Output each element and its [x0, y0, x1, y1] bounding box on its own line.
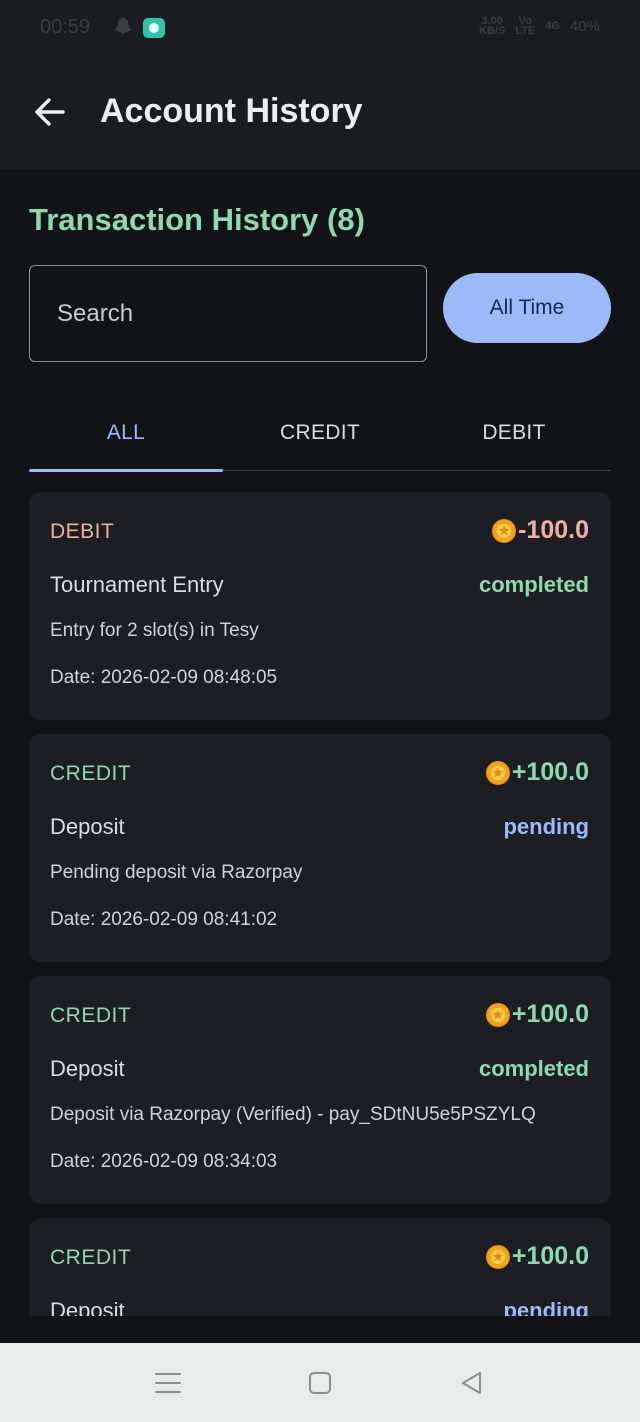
transaction-status: pending	[503, 814, 589, 839]
transaction-history-title: Transaction History (8)	[29, 202, 365, 237]
transaction-status: completed	[478, 1056, 589, 1081]
transaction-description: Deposit via Razorpay (Verified) - pay_SD…	[50, 1104, 536, 1125]
transaction-type: CREDIT	[50, 1004, 132, 1027]
transaction-category: Deposit	[50, 814, 125, 839]
transaction-type: CREDIT	[50, 762, 132, 785]
transaction-date: Date: 2026-02-09 08:41:02	[50, 909, 278, 930]
transaction-card[interactable]: DEBIT -100.0 Tournament Entry completed …	[29, 492, 611, 720]
transaction-type: DEBIT	[50, 520, 115, 543]
coin-icon	[492, 518, 517, 543]
search-field[interactable]	[29, 265, 427, 362]
transaction-card[interactable]: CREDIT +100.0 Deposit pending	[29, 1218, 611, 1316]
coin-icon	[485, 1244, 510, 1269]
transaction-date: Date: 2026-02-09 08:48:05	[50, 667, 278, 688]
tab-debit[interactable]: DEBIT	[417, 396, 611, 470]
transaction-description: Pending deposit via Razorpay	[50, 862, 303, 883]
transaction-status: completed	[478, 572, 589, 597]
volte-indicator: Vo LTE	[515, 15, 536, 37]
net-speed: 3.00 KB/S	[479, 15, 506, 37]
transaction-amount: +100.0	[485, 1242, 589, 1271]
active-tab-indicator	[29, 469, 223, 472]
coin-icon	[485, 760, 510, 785]
page-title: Account History	[100, 92, 363, 130]
back-triangle-icon[interactable]	[456, 1367, 488, 1399]
status-indicators: 3.00 KB/S Vo LTE 4G 40%	[479, 15, 600, 37]
app-bar: Account History	[0, 56, 640, 170]
menu-icon[interactable]	[152, 1367, 184, 1399]
transaction-type: CREDIT	[50, 1246, 132, 1269]
transaction-amount: +100.0	[485, 758, 589, 787]
tab-all[interactable]: ALL	[29, 396, 223, 470]
home-square-icon[interactable]	[304, 1367, 336, 1399]
transaction-card[interactable]: CREDIT +100.0 Deposit completed Deposit …	[29, 976, 611, 1204]
transaction-amount: -100.0	[492, 516, 589, 545]
tab-credit[interactable]: CREDIT	[223, 396, 417, 470]
transaction-category: Deposit	[50, 1056, 125, 1081]
time-filter-button[interactable]: All Time	[443, 273, 611, 343]
signal-icon: 4G	[545, 20, 560, 32]
arrow-left-icon[interactable]	[32, 94, 68, 130]
transaction-tabs: ALL CREDIT DEBIT	[29, 396, 611, 472]
transaction-description: Entry for 2 slot(s) in Tesy	[50, 620, 259, 641]
coin-icon	[485, 1002, 510, 1027]
battery-level: 40%	[569, 17, 600, 35]
transaction-category: Deposit	[50, 1298, 125, 1316]
status-bar: 00:59 3.00 KB/S Vo LTE 4G 40%	[0, 0, 640, 56]
transaction-category: Tournament Entry	[50, 572, 224, 597]
transaction-date: Date: 2026-02-09 08:34:03	[50, 1151, 278, 1172]
transaction-status: pending	[503, 1298, 589, 1316]
transaction-amount: +100.0	[485, 1000, 589, 1029]
transaction-card[interactable]: CREDIT +100.0 Deposit pending Pending de…	[29, 734, 611, 962]
main-content: Transaction History (8) All Time ALL CRE…	[0, 170, 640, 1316]
chat-app-icon	[143, 18, 165, 38]
search-input[interactable]	[30, 266, 426, 361]
snapchat-icon	[114, 18, 132, 34]
system-nav-bar	[0, 1343, 640, 1422]
status-time: 00:59	[40, 16, 91, 38]
